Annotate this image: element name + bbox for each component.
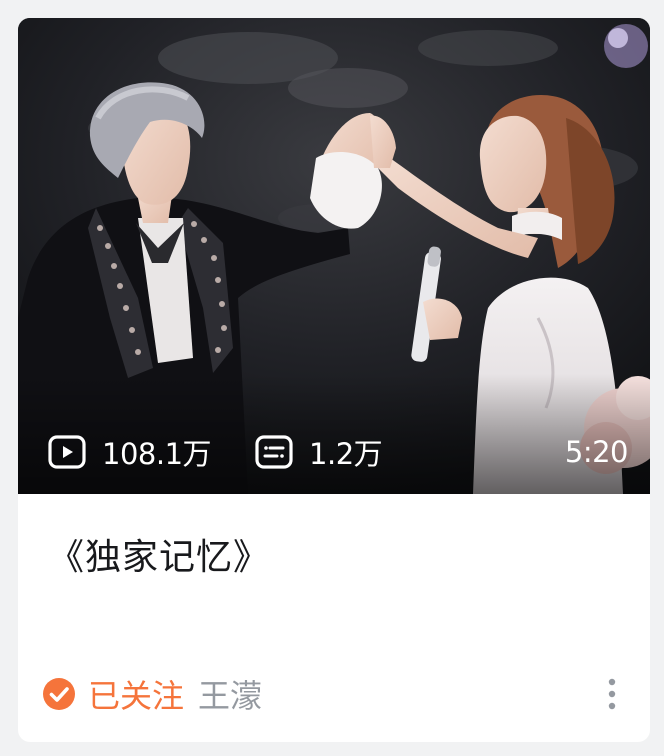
more-options-button[interactable] bbox=[602, 674, 622, 714]
danmaku-count: 1.2万 bbox=[255, 431, 383, 473]
video-thumbnail[interactable]: 108.1万 1.2万 5:20 bbox=[18, 18, 650, 494]
video-title[interactable]: 《独家记忆》 bbox=[48, 528, 270, 580]
uploader-name[interactable]: 王濛 bbox=[198, 671, 262, 717]
follow-status[interactable]: 已关注 bbox=[88, 671, 184, 717]
view-count-text: 108.1万 bbox=[102, 437, 212, 471]
danmaku-count-text: 1.2万 bbox=[309, 437, 383, 471]
video-card[interactable]: 108.1万 1.2万 5:20 《独家记忆》 已关注 王濛 bbox=[18, 18, 650, 742]
video-stats-bar: 108.1万 1.2万 5:20 bbox=[48, 430, 629, 474]
uploader-row: 已关注 王濛 bbox=[42, 672, 622, 716]
video-duration: 5:20 bbox=[564, 435, 629, 469]
play-count-icon bbox=[48, 435, 86, 469]
danmaku-icon bbox=[255, 435, 293, 469]
video-info: 《独家记忆》 已关注 王濛 bbox=[18, 494, 650, 742]
followed-check-icon bbox=[43, 678, 75, 710]
more-vertical-icon bbox=[608, 678, 616, 710]
view-count: 108.1万 bbox=[48, 431, 212, 473]
